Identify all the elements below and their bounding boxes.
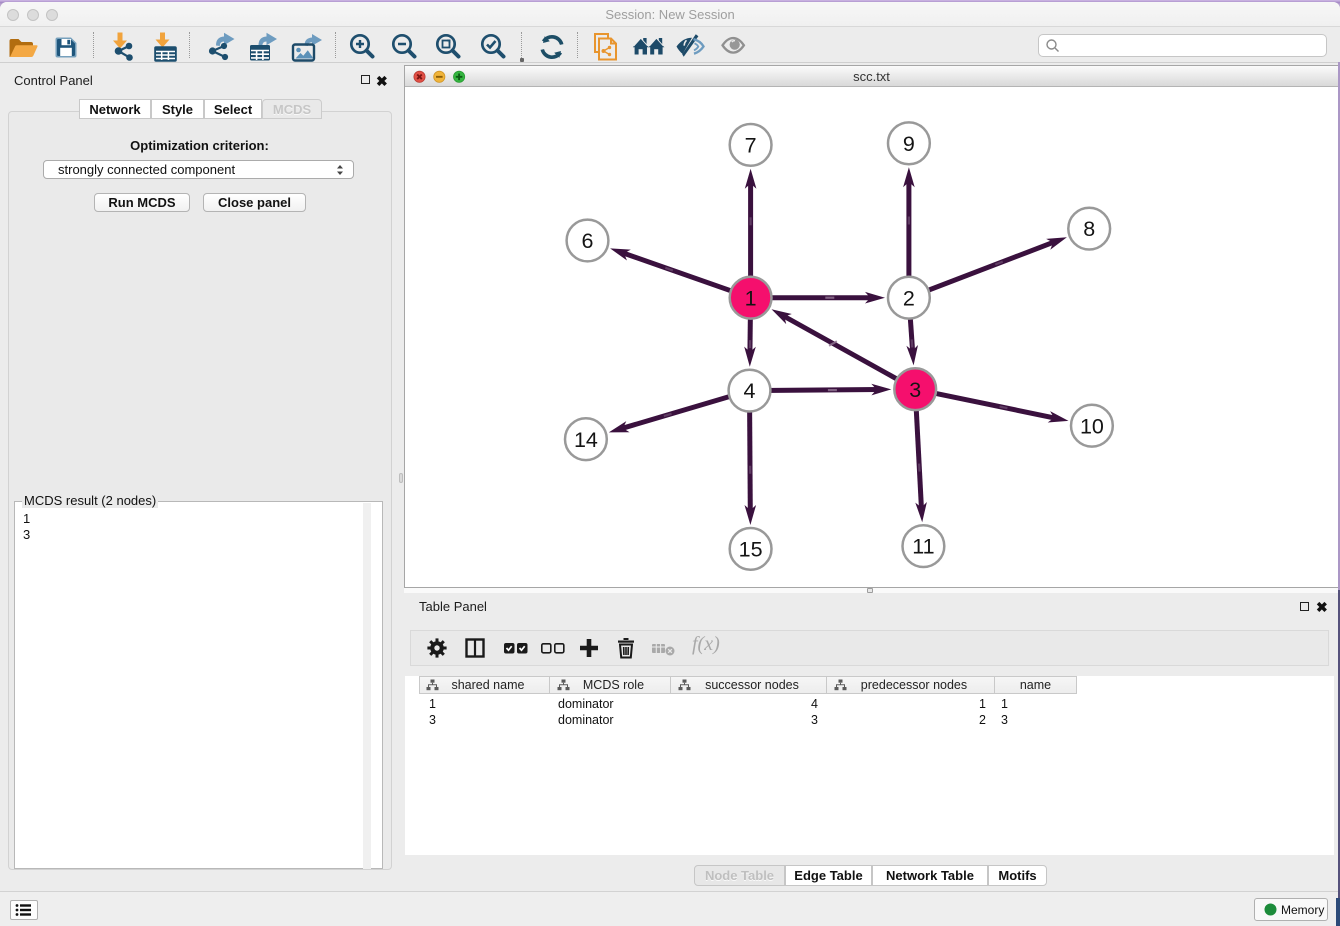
svg-text:10: 10	[1080, 414, 1104, 438]
svg-text:1: 1	[745, 286, 757, 310]
svg-text:8: 8	[1083, 217, 1095, 241]
svg-text:3: 3	[909, 377, 921, 401]
svg-text:14: 14	[574, 427, 598, 451]
svg-text:9: 9	[903, 132, 915, 156]
svg-text:4: 4	[744, 379, 756, 403]
svg-text:7: 7	[745, 133, 757, 157]
svg-text:11: 11	[912, 534, 934, 558]
svg-text:2: 2	[903, 286, 915, 310]
svg-text:6: 6	[582, 229, 594, 253]
svg-text:15: 15	[739, 537, 763, 561]
